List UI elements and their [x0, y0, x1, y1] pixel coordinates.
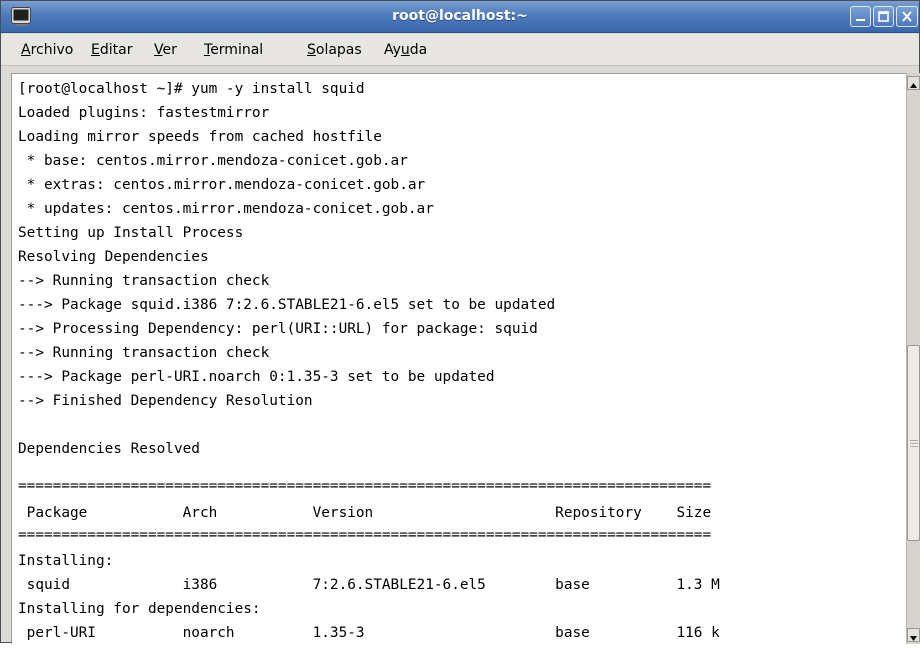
scrollbar-grip [910, 440, 918, 441]
terminal-separator-line: ========================================… [18, 478, 712, 494]
window-title: root@localhost:~ [392, 8, 528, 24]
maximize-icon [878, 11, 889, 22]
terminal-line: Dependencies Resolved [18, 441, 200, 457]
title-bar[interactable]: root@localhost:~ [1, 1, 919, 33]
terminal-line: --> Running transaction check [18, 345, 270, 361]
menu-terminal[interactable]: Terminal [204, 42, 263, 58]
terminal-line: Loaded plugins: fastestmirror [18, 105, 270, 121]
scrollbar-grip [910, 443, 918, 444]
minimize-button[interactable] [850, 6, 871, 27]
arrow-down-icon [910, 636, 917, 641]
terminal-line: Installing for dependencies: [18, 601, 261, 617]
terminal-line: * extras: centos.mirror.mendoza-conicet.… [18, 177, 426, 193]
menu-ver[interactable]: Ver [154, 42, 177, 58]
terminal-line: Loading mirror speeds from cached hostfi… [18, 129, 382, 145]
arrow-up-icon [910, 83, 917, 88]
terminal-line: ---> Package perl-URI.noarch 0:1.35-3 se… [18, 369, 495, 385]
terminal-line: ---> Package squid.i386 7:2.6.STABLE21-6… [18, 297, 556, 313]
terminal-output[interactable]: [root@localhost ~]# yum -y install squid… [11, 73, 907, 644]
menu-solapas[interactable]: Solapas [307, 42, 362, 58]
terminal-table-header: Package Arch Version Repository Size [18, 505, 712, 521]
terminal-line: Resolving Dependencies [18, 249, 209, 265]
terminal-line: Setting up Install Process [18, 225, 244, 241]
scrollbar-grip [910, 446, 918, 447]
menu-editar[interactable]: Editar [91, 42, 132, 58]
terminal-line: --> Processing Dependency: perl(URI::URL… [18, 321, 538, 337]
menu-ayuda[interactable]: Ayuda [384, 42, 427, 58]
minimize-icon [856, 19, 865, 21]
maximize-button[interactable] [873, 6, 894, 27]
close-icon [902, 11, 912, 22]
terminal-table-row: squid i386 7:2.6.STABLE21-6.el5 base 1.3… [18, 577, 720, 593]
terminal-line: * updates: centos.mirror.mendoza-conicet… [18, 201, 434, 217]
terminal-line: --> Running transaction check [18, 273, 270, 289]
terminal-table-row: perl-URI noarch 1.35-3 base 116 k [18, 625, 720, 641]
scrollbar-thumb[interactable] [907, 345, 920, 541]
menu-bar: Archivo Editar Ver Terminal Solapas Ayud… [1, 34, 919, 66]
terminal-line: [root@localhost ~]# yum -y install squid [18, 81, 365, 97]
terminal-line: --> Finished Dependency Resolution [18, 393, 313, 409]
scroll-up-button[interactable] [907, 76, 920, 90]
scroll-down-button[interactable] [907, 628, 920, 642]
menu-archivo[interactable]: Archivo [21, 42, 73, 58]
terminal-separator-line: ========================================… [18, 527, 712, 543]
close-button[interactable] [896, 6, 918, 27]
terminal-line: Installing: [18, 553, 114, 569]
terminal-window: root@localhost:~ Archivo Editar Ver Term… [0, 0, 920, 644]
vertical-scrollbar[interactable] [906, 73, 920, 644]
terminal-line: * base: centos.mirror.mendoza-conicet.go… [18, 153, 408, 169]
